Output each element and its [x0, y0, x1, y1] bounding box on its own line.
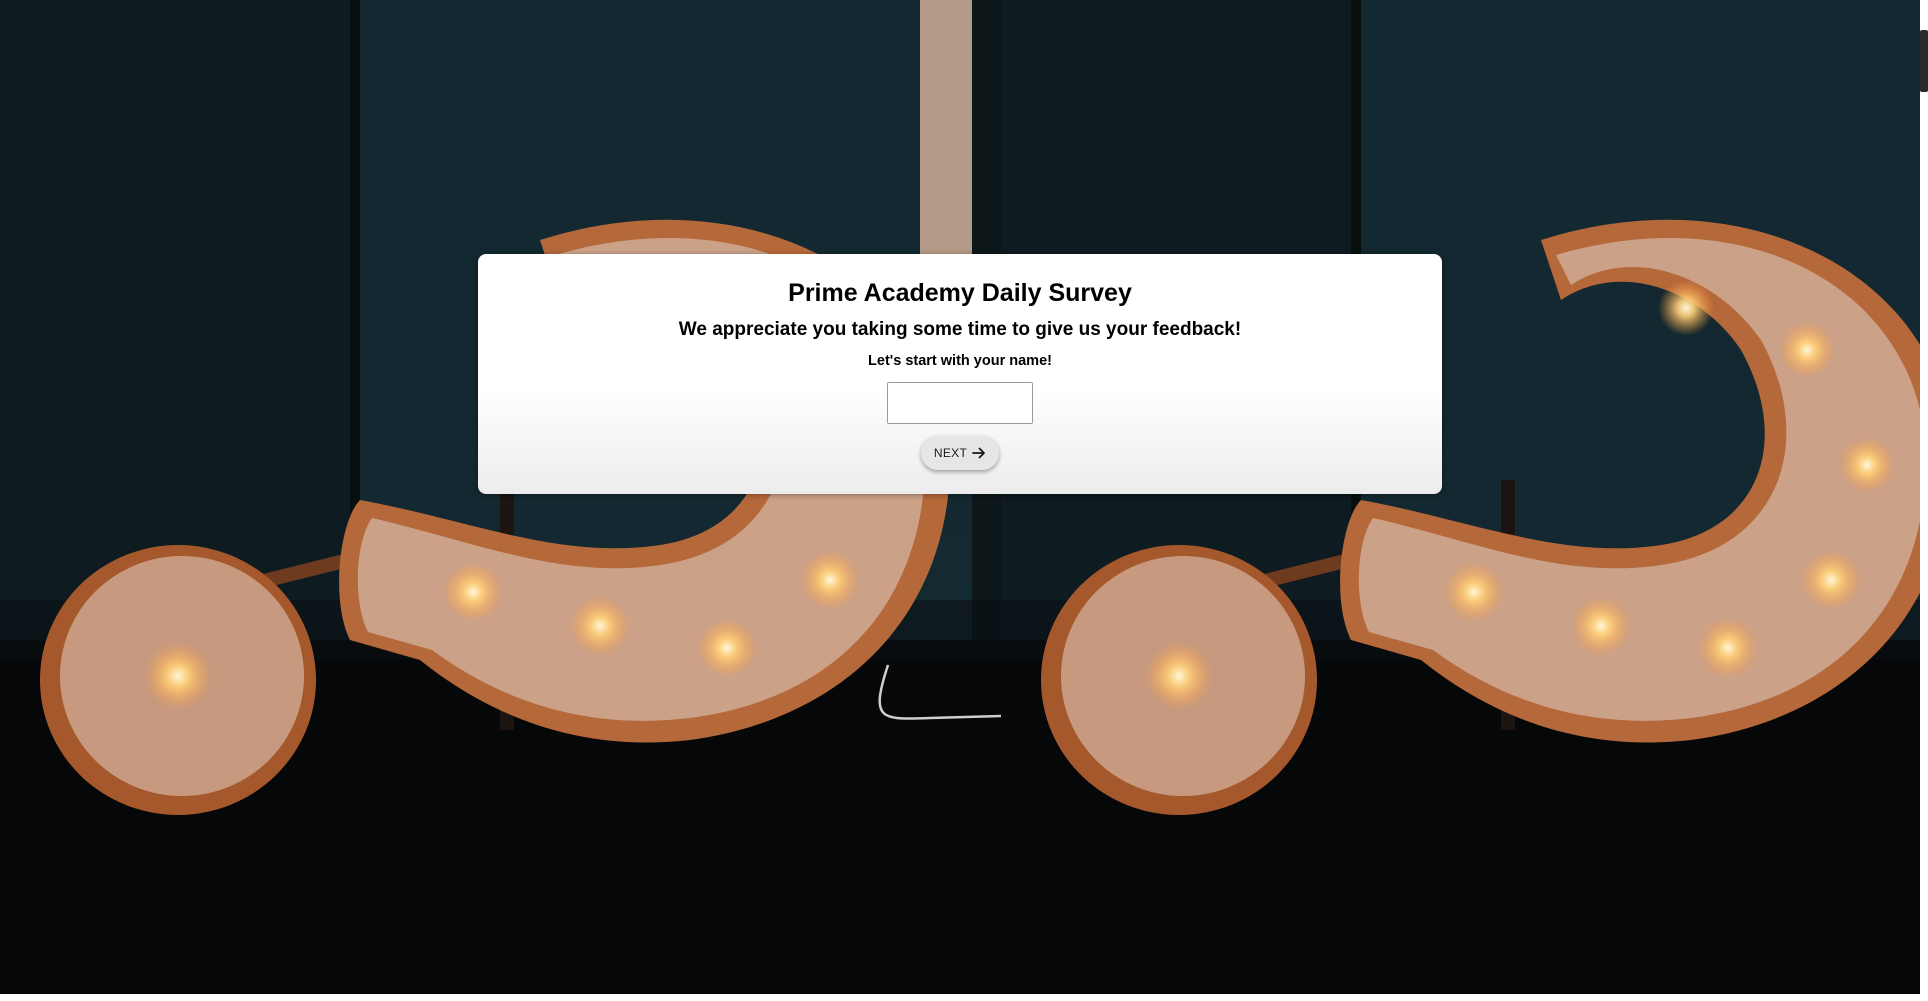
next-button[interactable]: NEXT	[920, 436, 1000, 470]
name-input[interactable]	[887, 382, 1033, 424]
background-left-half	[0, 0, 1001, 994]
survey-card: Prime Academy Daily Survey We appreciate…	[478, 254, 1442, 494]
name-prompt-label: Let's start with your name!	[868, 353, 1052, 369]
background-image	[0, 0, 1920, 994]
scrollbar-thumb[interactable]	[1920, 30, 1928, 92]
question-mark-sign-illustration	[1001, 0, 1920, 994]
survey-subtitle: We appreciate you taking some time to gi…	[678, 319, 1242, 340]
next-button-label: NEXT	[933, 446, 968, 460]
vertical-scrollbar[interactable]	[1920, 0, 1928, 994]
arrow-right-icon	[972, 447, 986, 459]
question-mark-sign-illustration	[0, 0, 1001, 994]
survey-title: Prime Academy Daily Survey	[788, 279, 1132, 307]
background-right-half	[1001, 0, 1920, 994]
